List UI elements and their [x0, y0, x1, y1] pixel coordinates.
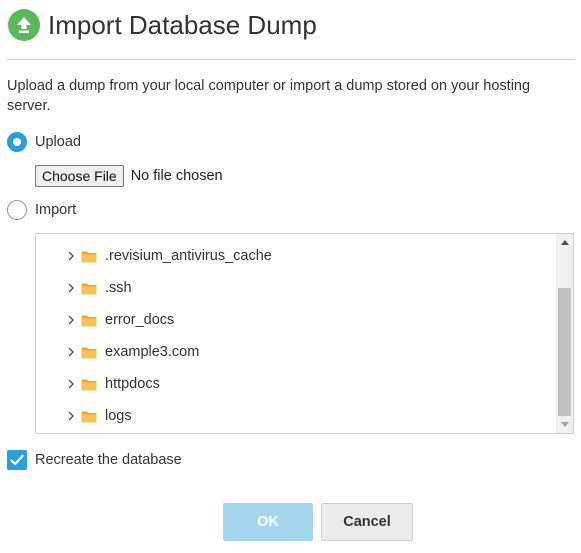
tree-item-label[interactable]: error_docs — [105, 312, 174, 328]
scroll-down-arrow-icon[interactable] — [556, 416, 573, 433]
tree-item-label[interactable]: example3.com — [105, 344, 199, 360]
server-file-tree[interactable]: .revisium_antivirus_cache .ssh error_docse… — [35, 233, 574, 434]
scroll-thumb[interactable] — [558, 288, 571, 416]
upload-arrow-icon — [8, 9, 40, 41]
folder-icon — [81, 346, 97, 359]
recreate-database-option[interactable]: Recreate the database — [7, 450, 182, 470]
tree-item-label[interactable]: .revisium_antivirus_cache — [105, 248, 272, 264]
folder-icon — [81, 314, 97, 327]
tree-scrollbar[interactable] — [556, 234, 573, 433]
intro-text: Upload a dump from your local computer o… — [7, 78, 531, 114]
tree-item-label[interactable]: httpdocs — [105, 376, 160, 392]
chevron-right-icon[interactable] — [65, 315, 77, 325]
chevron-right-icon[interactable] — [65, 411, 77, 421]
choose-file-button[interactable]: Choose File — [35, 165, 124, 187]
recreate-database-label[interactable]: Recreate the database — [35, 452, 182, 468]
dialog-title: Import Database Dump — [48, 10, 317, 40]
recreate-database-checkbox[interactable] — [7, 450, 27, 470]
import-radio-label[interactable]: Import — [35, 202, 76, 218]
upload-radio[interactable] — [7, 132, 27, 152]
file-status: No file chosen — [130, 168, 223, 184]
folder-icon — [81, 378, 97, 391]
tree-item[interactable]: example3.com — [65, 341, 199, 363]
tree-item[interactable]: logs — [65, 405, 132, 427]
folder-icon — [81, 282, 97, 295]
chevron-right-icon[interactable] — [65, 347, 77, 357]
tree-item-label[interactable]: .ssh — [105, 280, 132, 296]
chevron-right-icon[interactable] — [65, 379, 77, 389]
chevron-right-icon[interactable] — [65, 251, 77, 261]
tree-item[interactable]: error_docs — [65, 309, 174, 331]
import-radio[interactable] — [7, 200, 27, 220]
tree-item[interactable]: .revisium_antivirus_cache — [65, 245, 272, 267]
chevron-right-icon[interactable] — [65, 283, 77, 293]
upload-radio-label[interactable]: Upload — [35, 134, 81, 150]
dialog-header: Import Database Dump — [8, 9, 317, 41]
folder-icon — [81, 410, 97, 423]
upload-option[interactable]: Upload — [7, 132, 81, 152]
tree-item-label[interactable]: logs — [105, 408, 132, 424]
import-option[interactable]: Import — [7, 200, 76, 220]
folder-icon — [81, 250, 97, 263]
scroll-up-arrow-icon[interactable] — [556, 234, 573, 251]
tree-item[interactable]: .ssh — [65, 277, 132, 299]
ok-button[interactable]: OK — [223, 503, 313, 541]
file-input[interactable]: Choose File No file chosen — [35, 165, 223, 187]
cancel-button[interactable]: Cancel — [321, 503, 413, 541]
header-divider — [6, 59, 575, 60]
tree-item[interactable]: httpdocs — [65, 373, 160, 395]
